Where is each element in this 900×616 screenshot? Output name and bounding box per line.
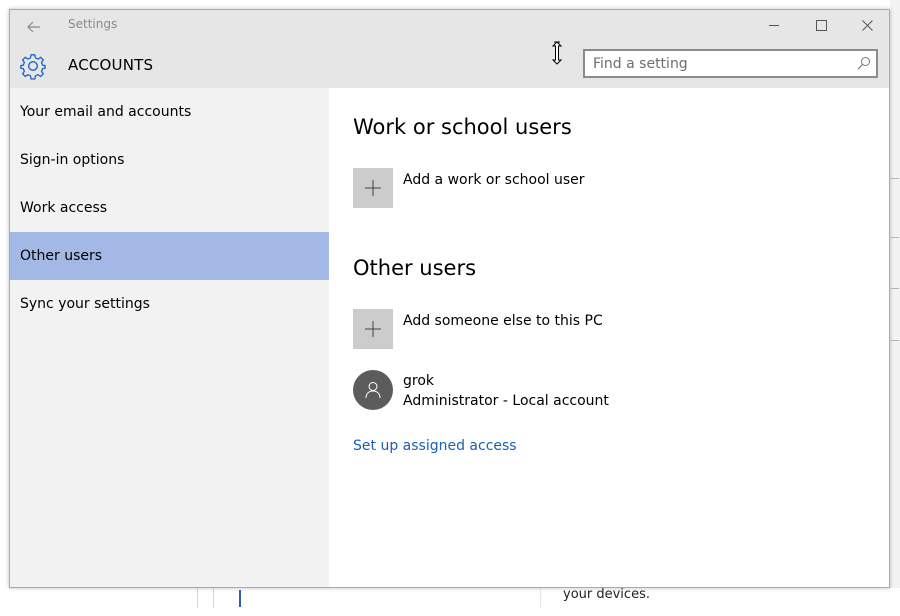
- section-title: ACCOUNTS: [68, 56, 154, 74]
- maximize-button[interactable]: [798, 10, 844, 40]
- background-divider: [197, 588, 198, 608]
- sidebar-item-label: Sign-in options: [20, 152, 125, 168]
- add-work-user-label[interactable]: Add a work or school user: [403, 172, 585, 188]
- search-input[interactable]: [593, 51, 843, 76]
- plus-icon: [365, 321, 381, 337]
- sidebar-item-label: Your email and accounts: [20, 104, 192, 120]
- maximize-icon: [815, 19, 827, 31]
- search-icon[interactable]: [857, 56, 871, 70]
- sidebar-item-sign-in-options[interactable]: Sign-in options: [10, 136, 329, 184]
- background-divider: [891, 288, 899, 289]
- user-avatar[interactable]: [353, 370, 393, 410]
- close-button[interactable]: [844, 10, 889, 40]
- sidebar-item-label: Work access: [20, 200, 108, 216]
- add-other-user-button[interactable]: [353, 309, 393, 349]
- background-divider: [891, 340, 899, 341]
- back-button[interactable]: [18, 14, 50, 40]
- back-arrow-icon: [27, 21, 40, 33]
- add-work-user-button[interactable]: [353, 168, 393, 208]
- background-divider: [891, 178, 899, 179]
- sidebar-item-work-access[interactable]: Work access: [10, 184, 329, 232]
- sidebar: Your email and accounts Sign-in options …: [10, 88, 329, 587]
- sidebar-item-email-accounts[interactable]: Your email and accounts: [10, 88, 329, 136]
- title-bar: Settings ACCOUNTS: [10, 10, 889, 88]
- background-text-caret: [239, 590, 241, 607]
- minimize-icon: [769, 25, 779, 26]
- user-name[interactable]: grok: [403, 373, 434, 389]
- set-up-assigned-access-link[interactable]: Set up assigned access: [353, 438, 517, 454]
- resize-cursor-icon: [551, 41, 563, 65]
- minimize-button[interactable]: [751, 10, 797, 40]
- background-text: your devices.: [563, 587, 650, 602]
- sidebar-item-sync-settings[interactable]: Sync your settings: [10, 280, 329, 328]
- background-window-edge: [890, 0, 900, 616]
- gear-icon: [20, 54, 46, 80]
- plus-icon: [365, 180, 381, 196]
- sidebar-item-other-users[interactable]: Other users: [10, 232, 329, 280]
- background-divider: [891, 237, 899, 238]
- other-users-heading: Other users: [353, 256, 477, 280]
- person-icon: [365, 382, 381, 399]
- work-school-users-heading: Work or school users: [353, 115, 572, 139]
- sidebar-item-label: Other users: [20, 248, 103, 264]
- search-box[interactable]: [583, 49, 878, 78]
- settings-window: Settings ACCOUNTS Find a setting Your em…: [9, 9, 890, 588]
- user-account-type: Administrator - Local account: [403, 393, 609, 409]
- app-title: Settings: [68, 17, 118, 31]
- close-icon: [861, 19, 873, 31]
- sidebar-item-label: Sync your settings: [20, 296, 150, 312]
- add-other-user-label[interactable]: Add someone else to this PC: [403, 313, 603, 329]
- background-window: [10, 588, 900, 616]
- main-content: Work or school users Add a work or schoo…: [329, 88, 889, 587]
- background-divider: [213, 588, 214, 608]
- background-divider: [540, 588, 541, 608]
